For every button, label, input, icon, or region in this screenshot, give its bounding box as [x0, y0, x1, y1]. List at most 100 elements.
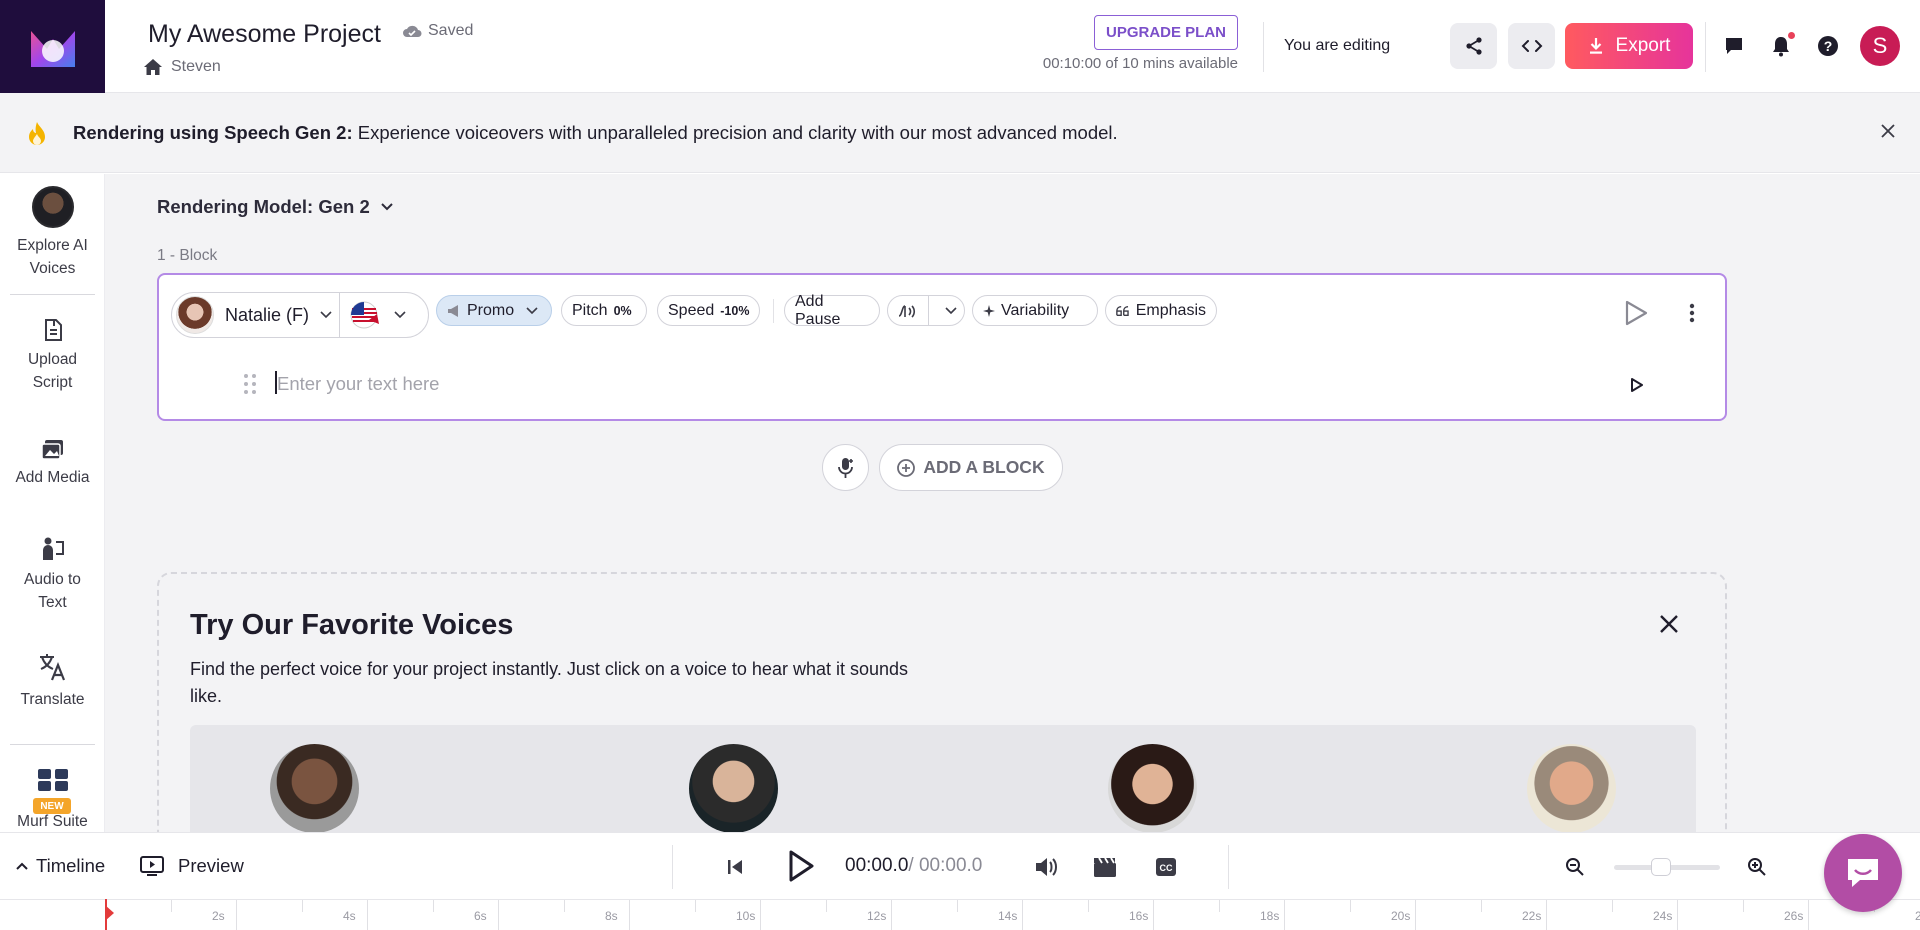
script-text-input[interactable]: Enter your text here	[277, 373, 439, 395]
divider	[339, 293, 340, 337]
breadcrumb[interactable]: Steven	[143, 58, 221, 76]
rendering-model-select[interactable]: Rendering Model: Gen 2	[157, 196, 394, 218]
ruler-label: 14s	[998, 909, 1018, 923]
chevron-down-icon	[945, 306, 957, 314]
divider	[928, 295, 929, 326]
close-icon[interactable]	[1880, 123, 1896, 139]
us-flag-icon[interactable]	[349, 300, 381, 330]
sidebar-item-label: Upload Script	[27, 351, 78, 391]
export-button[interactable]: Export	[1565, 23, 1693, 69]
ruler-tick	[236, 900, 237, 930]
skip-back-icon[interactable]	[727, 858, 743, 876]
svg-text:?: ?	[1824, 38, 1833, 54]
logo-icon	[30, 30, 75, 67]
ruler-label: 18s	[1260, 909, 1280, 923]
voice-avatar[interactable]	[270, 744, 359, 832]
ruler-tick	[1415, 900, 1416, 930]
style-label: Promo	[467, 301, 515, 319]
cloud-check-icon	[403, 25, 422, 37]
add-pause-label: Add Pause	[795, 292, 841, 328]
speed-value: -10%	[720, 303, 750, 318]
voice-name: Natalie (F)	[225, 305, 310, 325]
sidebar-item-label: Explore AI Voices	[17, 237, 88, 277]
favorite-voices-card: Try Our Favorite Voices Find the perfect…	[157, 572, 1727, 832]
ruler-label: 10s	[736, 909, 756, 923]
speed-control[interactable]: Speed -10%	[657, 295, 760, 326]
favorites-title: Try Our Favorite Voices	[190, 609, 514, 641]
help-button[interactable]: ?	[1816, 34, 1840, 58]
voice-avatar[interactable]	[1108, 744, 1197, 832]
voice-avatar[interactable]	[689, 744, 778, 832]
playhead-marker[interactable]	[105, 905, 114, 921]
upload-script-icon	[44, 319, 62, 341]
preview-toggle[interactable]: Preview	[140, 855, 244, 877]
murf-logo[interactable]	[0, 0, 105, 93]
voice-carousel	[190, 725, 1696, 832]
add-pause-button[interactable]: Add Pause	[784, 292, 880, 328]
pause-options[interactable]	[887, 295, 965, 326]
ruler-minor-tick	[1087, 900, 1089, 912]
chevron-down-icon[interactable]	[394, 311, 406, 319]
support-chat-button[interactable]	[1824, 834, 1902, 912]
play-icon[interactable]	[788, 850, 814, 882]
sidebar-item-translate[interactable]: Translate	[0, 652, 105, 711]
share-button[interactable]	[1450, 23, 1497, 69]
sidebar-item-explore-voices[interactable]: Explore AI Voices	[0, 186, 105, 280]
sidebar-item-upload-script[interactable]: Upload Script	[0, 318, 105, 394]
top-header: My Awesome Project Saved Steven UPGRADE …	[0, 0, 1920, 93]
divider	[1705, 22, 1706, 72]
favorites-description: Find the perfect voice for your project …	[190, 659, 909, 706]
timeline-ruler[interactable]: 2s 4s 6s 8s 10s 12s 14s 16s 18s 20s 22s 24s 26s 28s	[0, 899, 1920, 930]
chevron-up-icon	[16, 862, 28, 870]
voice-selector[interactable]: Natalie (F)	[171, 292, 429, 338]
pitch-label: Pitch	[572, 301, 608, 319]
divider	[672, 845, 673, 889]
upgrade-plan-button[interactable]: UPGRADE PLAN	[1094, 15, 1238, 50]
banner-body: Experience voiceovers with unparalleled …	[352, 122, 1118, 143]
chevron-down-icon	[381, 203, 393, 211]
divider	[773, 299, 774, 323]
volume-icon[interactable]	[1034, 856, 1058, 878]
more-options-icon[interactable]	[1689, 303, 1695, 323]
timeline-toggle[interactable]: Timeline	[16, 855, 105, 877]
chat-icon	[1726, 38, 1742, 54]
player-bar: Timeline Preview 00:00.0 / 00:00.0 CC	[0, 832, 1920, 899]
drag-handle-icon[interactable]	[243, 373, 257, 395]
pause-wave-icon	[898, 304, 916, 318]
zoom-slider-thumb[interactable]	[1651, 858, 1671, 876]
pitch-control[interactable]: Pitch 0%	[561, 295, 647, 326]
voice-avatar	[31, 186, 74, 228]
emphasis-label: Emphasis	[1135, 301, 1206, 319]
editor-canvas: Rendering Model: Gen 2 1 - Block Natalie…	[105, 174, 1920, 832]
play-line-icon[interactable]	[1630, 377, 1644, 393]
variability-button[interactable]: Variability	[972, 295, 1098, 326]
ruler-label: 28s	[1915, 909, 1920, 923]
record-voice-button[interactable]	[822, 444, 869, 491]
ruler-minor-tick	[301, 900, 303, 912]
notifications-button[interactable]	[1769, 32, 1795, 58]
play-block-icon[interactable]	[1624, 300, 1648, 326]
captions-icon[interactable]: CC	[1155, 857, 1177, 877]
clapperboard-icon[interactable]	[1093, 856, 1117, 878]
ruler-minor-tick	[1480, 900, 1482, 912]
bell-icon	[1773, 37, 1789, 57]
zoom-out-icon[interactable]	[1565, 857, 1585, 877]
style-select[interactable]: Promo	[436, 295, 552, 326]
user-avatar[interactable]: S	[1860, 26, 1900, 66]
sidebar-item-audio-to-text[interactable]: Audio to Text	[0, 536, 105, 614]
zoom-in-icon[interactable]	[1747, 857, 1767, 877]
divider	[1228, 845, 1229, 889]
comments-button[interactable]	[1722, 34, 1746, 58]
embed-code-button[interactable]	[1508, 23, 1555, 69]
voice-avatar[interactable]	[1527, 744, 1616, 832]
close-icon[interactable]	[1659, 614, 1679, 634]
project-title[interactable]: My Awesome Project	[148, 20, 381, 49]
emphasis-button[interactable]: Emphasis	[1105, 295, 1217, 326]
ruler-label: 16s	[1129, 909, 1149, 923]
sidebar-item-add-media[interactable]: Add Media	[0, 438, 105, 489]
minutes-available: 00:10:00 of 10 mins available	[1042, 55, 1238, 72]
add-block-button[interactable]: ADD A BLOCK	[879, 444, 1063, 491]
ruler-label: 26s	[1784, 909, 1804, 923]
preview-icon	[140, 856, 164, 876]
suite-grid-icon	[37, 769, 68, 791]
